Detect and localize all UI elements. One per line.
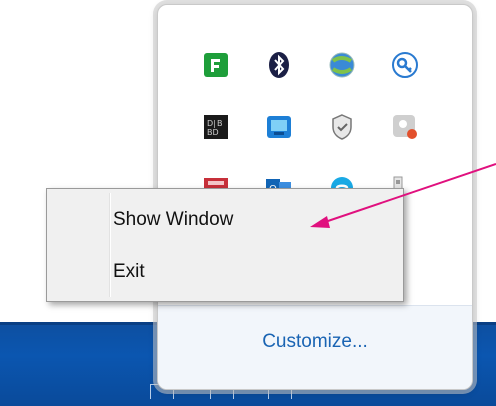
annotation-arrow-icon — [310, 163, 496, 228]
